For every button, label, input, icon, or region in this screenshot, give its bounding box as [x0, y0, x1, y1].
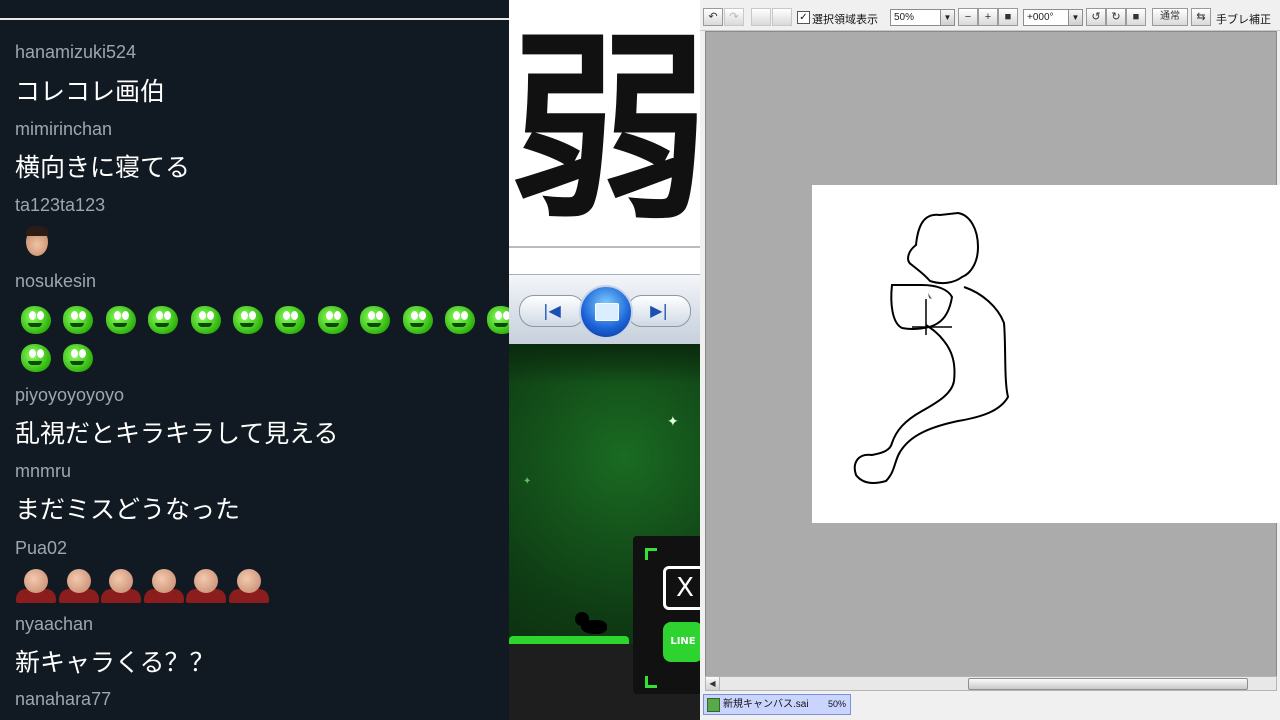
chat-username[interactable]: Pua02 — [15, 538, 67, 559]
chat-username[interactable]: mimirinchan — [15, 119, 112, 140]
flip-button[interactable]: ⇆ — [1191, 8, 1211, 26]
chat-divider — [0, 18, 509, 20]
bald-emote — [227, 567, 271, 605]
bald-emote — [57, 567, 101, 605]
zoom-value: 50% — [894, 12, 915, 23]
rotate-reset-button[interactable]: ■ — [1126, 8, 1146, 26]
select-area-checkbox[interactable]: ✓ — [797, 11, 810, 24]
chat-username[interactable]: nosukesin — [15, 271, 96, 292]
green-emote — [358, 302, 392, 336]
zoom-in-button[interactable]: + — [978, 8, 998, 26]
chevron-down-icon: ▼ — [940, 10, 954, 25]
green-emote — [61, 340, 95, 374]
document-name: 新規キャンバス.sai — [723, 699, 809, 710]
undo-button[interactable]: ↶ — [703, 8, 723, 26]
document-tab[interactable]: 新規キャンバス.sai 50% — [703, 694, 851, 715]
zoom-out-button[interactable]: − — [958, 8, 978, 26]
paint-tool-window: ↶ ↷ ✓ 選択領域表示 50% ▼ − + ■ +000° ▼ ↺ ↻ ■ 通常 … — [700, 0, 1280, 720]
chat-username[interactable]: ta123ta123 — [15, 195, 105, 216]
green-emote — [61, 302, 95, 336]
chat-username[interactable]: nyaachan — [15, 614, 93, 635]
sparkle-icon: ✦ — [667, 414, 679, 430]
chat-username[interactable]: hanamizuki524 — [15, 42, 136, 63]
x-share-button[interactable]: X — [663, 566, 700, 610]
chat-panel: hanamizuki524 コレコレ画伯 mimirinchan 横向きに寝てる… — [0, 0, 509, 720]
chat-username[interactable]: nanahara77 — [15, 689, 111, 710]
line-share-button[interactable]: LINE — [663, 622, 700, 662]
face-emote — [22, 226, 52, 258]
bird-character — [575, 612, 611, 638]
chevron-down-icon: ▼ — [1068, 10, 1082, 25]
screen-icon[interactable] — [579, 285, 633, 339]
redo-button[interactable]: ↷ — [724, 8, 744, 26]
green-emote — [273, 302, 307, 336]
zoom-reset-button[interactable]: ■ — [998, 8, 1018, 26]
green-emote — [401, 302, 435, 336]
kanji-display: 弱 — [509, 12, 700, 248]
drawing-canvas[interactable] — [812, 185, 1280, 523]
select-area-label: 選択領域表示 — [812, 14, 878, 26]
bald-emote — [99, 567, 143, 605]
blend-mode-button[interactable]: 通常 — [1152, 8, 1188, 26]
document-tabbar: 新規キャンバス.sai 50% — [700, 691, 1280, 720]
chat-message: 新キャラくる？？ — [15, 648, 215, 677]
chat-username[interactable]: piyoyoyoyoyo — [15, 385, 124, 406]
media-player-controls: |◀ ▶| — [509, 274, 700, 345]
sketch-drawing — [853, 211, 1010, 484]
chat-username[interactable]: mnmru — [15, 461, 71, 482]
green-emote — [316, 302, 350, 336]
deselect-button[interactable] — [751, 8, 771, 26]
bald-emote — [14, 567, 58, 605]
chat-message: まだミスどうなった — [15, 495, 241, 524]
rotate-left-button[interactable]: ↺ — [1086, 8, 1106, 26]
document-zoom: 50% — [827, 699, 846, 709]
green-emote — [104, 302, 138, 336]
zoom-dropdown[interactable]: 50% ▼ — [890, 9, 955, 26]
angle-dropdown[interactable]: +000° ▼ — [1023, 9, 1083, 26]
scroll-left-icon[interactable]: ◀ — [706, 677, 720, 690]
bald-emote — [142, 567, 186, 605]
chat-message: 横向きに寝てる — [15, 153, 191, 182]
share-panel: X LINE — [633, 536, 700, 694]
sparkle-icon: ✦ — [523, 476, 532, 487]
green-emote — [485, 302, 509, 336]
rotate-right-button[interactable]: ↻ — [1106, 8, 1126, 26]
select-all-button[interactable] — [772, 8, 792, 26]
chat-message: 乱視だとキラキラして見える — [15, 419, 339, 448]
stabilizer-label: 手ブレ補正 — [1216, 14, 1271, 26]
green-emote — [443, 302, 477, 336]
green-emote — [19, 302, 53, 336]
game-screen: ✦ ✦ X LINE — [509, 344, 700, 720]
green-emote — [146, 302, 180, 336]
scrollbar-thumb[interactable] — [968, 678, 1248, 690]
horizontal-scrollbar[interactable]: ◀ — [705, 676, 1277, 691]
media-panel: 弱 |◀ ▶| ✦ ✦ X LINE — [509, 0, 700, 720]
skip-previous-icon[interactable]: |◀ — [519, 295, 585, 327]
green-emote — [231, 302, 265, 336]
canvas-workspace — [705, 31, 1280, 677]
green-emote — [189, 302, 223, 336]
toolbar: ↶ ↷ ✓ 選択領域表示 50% ▼ − + ■ +000° ▼ ↺ ↻ ■ 通常 … — [700, 0, 1280, 31]
chat-message: コレコレ画伯 — [15, 77, 166, 106]
bald-emote — [184, 567, 228, 605]
document-icon — [707, 698, 720, 712]
green-emote — [19, 340, 53, 374]
angle-value: +000° — [1027, 12, 1054, 23]
skip-next-icon[interactable]: ▶| — [627, 295, 691, 327]
